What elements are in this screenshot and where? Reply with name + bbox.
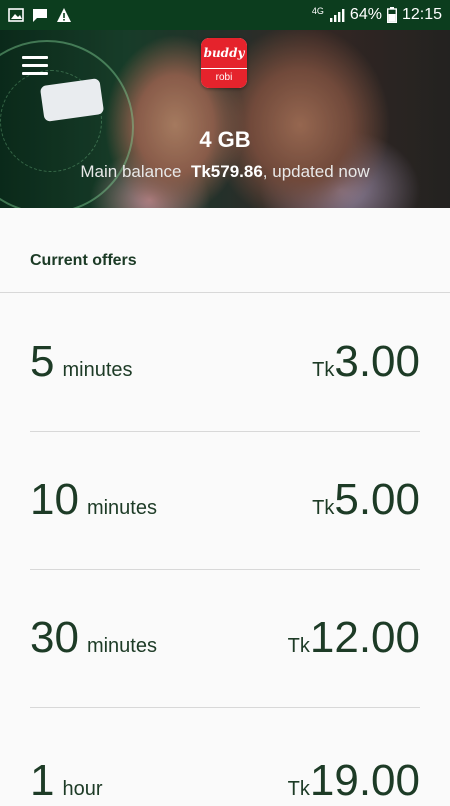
offer-price: 3.00 [334, 337, 420, 386]
offer-price: 5.00 [334, 475, 420, 524]
clock: 12:15 [401, 6, 442, 23]
offer-unit: minutes [86, 497, 157, 519]
offer-item[interactable]: 1 hour Tk19.00 [30, 708, 420, 805]
offer-duration: 30 [30, 613, 79, 662]
offer-currency: Tk [287, 635, 310, 657]
balance-value: Tk579.86 [190, 162, 263, 181]
message-icon [32, 7, 48, 23]
logo-buddy-text: buddy [201, 38, 247, 68]
signal-icon [329, 7, 345, 23]
offer-item[interactable]: 30 minutes Tk12.00 [30, 570, 420, 708]
offer-duration: 1 [30, 756, 55, 805]
balance-label: Main balance [80, 162, 182, 181]
status-bar: 4G 64% 12:15 [0, 0, 450, 30]
offer-price: 19.00 [309, 756, 420, 805]
offer-currency: Tk [312, 497, 335, 519]
offer-unit: minutes [86, 635, 157, 657]
header-banner: buddy robi 4 GB Main balance Tk579.86, u… [0, 30, 450, 208]
offer-duration: 5 [30, 337, 55, 386]
main-balance: Main balance Tk579.86, updated now [0, 162, 450, 182]
data-balance: 4 GB [199, 127, 251, 152]
divider [0, 292, 450, 293]
offer-unit: minutes [62, 359, 133, 381]
battery-percent: 64% [349, 6, 382, 23]
image-icon [8, 7, 24, 23]
offer-unit: hour [62, 778, 103, 800]
section-title-current-offers: Current offers [30, 252, 137, 269]
offer-item[interactable]: 5 minutes Tk3.00 [30, 294, 420, 432]
app-logo: buddy robi [201, 38, 247, 88]
logo-robi-text: robi [201, 68, 247, 88]
menu-icon[interactable] [22, 56, 48, 76]
network-type: 4G [311, 5, 324, 16]
balance-updated: , updated now [262, 162, 370, 181]
battery-icon [386, 7, 397, 24]
offer-item[interactable]: 10 minutes Tk5.00 [30, 432, 420, 570]
offer-currency: Tk [287, 778, 310, 800]
offer-price: 12.00 [309, 613, 420, 662]
alert-icon [56, 7, 72, 23]
offer-duration: 10 [30, 475, 79, 524]
offer-currency: Tk [312, 359, 335, 381]
